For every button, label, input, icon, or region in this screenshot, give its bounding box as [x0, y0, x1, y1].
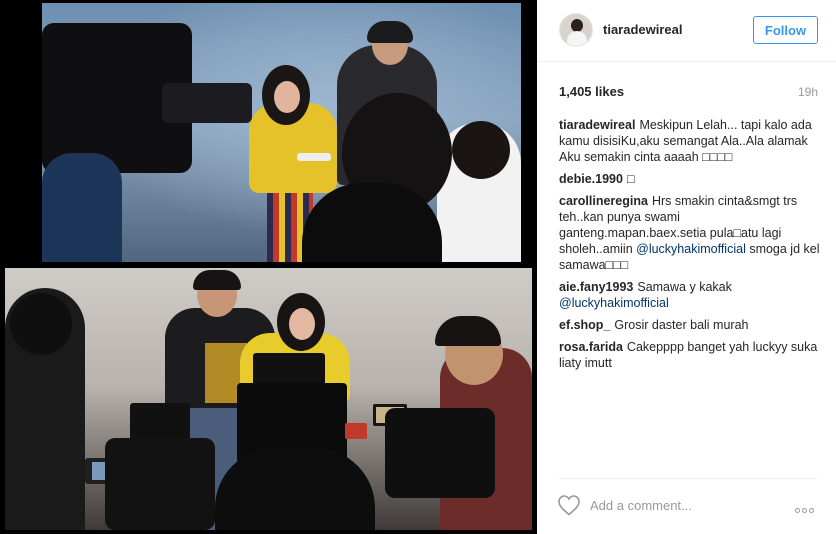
more-options-icon[interactable]	[795, 500, 819, 513]
follow-button[interactable]: Follow	[753, 16, 818, 44]
heart-outline-icon[interactable]	[557, 494, 581, 516]
comment-text: Samawa y kakak	[637, 280, 732, 294]
post-photo[interactable]	[0, 0, 537, 534]
photo-bottom-interview	[5, 268, 532, 530]
comment-author[interactable]: debie.1990	[559, 172, 623, 186]
comment-item: carollineregina Hrs smakin cinta&smgt trs…	[559, 193, 821, 273]
avatar[interactable]	[559, 13, 593, 47]
comment-author[interactable]: tiaradewireal	[559, 118, 635, 132]
comment-mention-link[interactable]: @luckyhakimofficial	[559, 296, 669, 310]
comment-item: tiaradewireal Meskipun Lelah... tapi kalo…	[559, 117, 821, 165]
comment-text: □	[626, 172, 635, 186]
divider	[559, 478, 817, 479]
comment-item: ef.shop_ Grosir daster bali murah	[559, 317, 821, 333]
comment-item: aie.fany1993 Samawa y kakak @luckyhakimof…	[559, 279, 821, 311]
comment-mention-link[interactable]: @luckyhakimofficial	[636, 242, 746, 256]
comment-author[interactable]: rosa.farida	[559, 340, 623, 354]
comment-author[interactable]: aie.fany1993	[559, 280, 633, 294]
post-time[interactable]: 19h	[798, 85, 818, 99]
username-link[interactable]: tiaradewireal	[603, 22, 683, 37]
comment-item: debie.1990 □	[559, 171, 821, 187]
comments-list: tiaradewireal Meskipun Lelah... tapi kalo…	[559, 117, 821, 477]
comment-item: rosa.farida Cakepppp banget yah luckyy su…	[559, 339, 821, 371]
comment-text: Grosir daster bali murah	[614, 318, 749, 332]
comment-author[interactable]: carollineregina	[559, 194, 648, 208]
add-comment-input[interactable]	[590, 495, 780, 515]
post-sidebar: tiaradewireal Follow 1,405 likes 19h tia…	[537, 0, 836, 534]
comment-author[interactable]: ef.shop_	[559, 318, 610, 332]
post-header: tiaradewireal Follow	[537, 0, 836, 62]
likes-count[interactable]: 1,405 likes	[559, 84, 624, 99]
photo-top-interview	[42, 3, 521, 262]
